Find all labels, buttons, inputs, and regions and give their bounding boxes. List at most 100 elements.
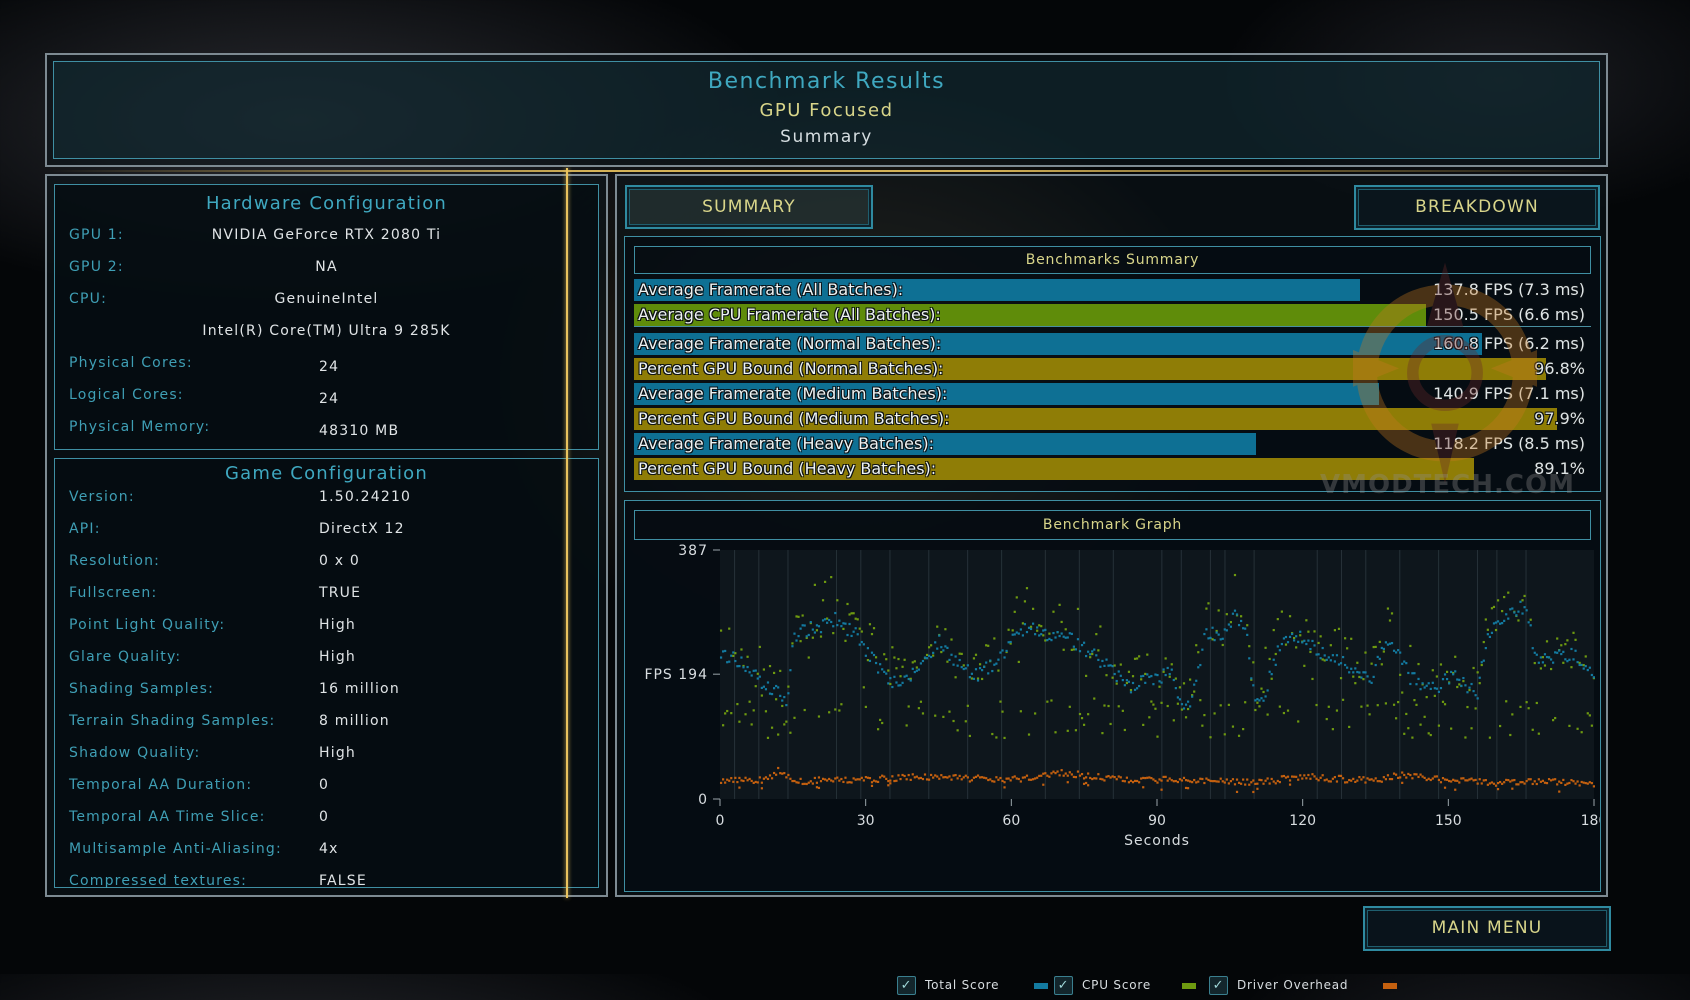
total-score-point bbox=[1166, 666, 1169, 670]
cpu-score-point bbox=[828, 711, 831, 714]
driver-overhead-point bbox=[1052, 770, 1055, 773]
driver-overhead-point bbox=[1470, 777, 1473, 780]
total-score-point bbox=[1107, 664, 1110, 667]
main-menu-button[interactable]: MAIN MENU bbox=[1363, 906, 1611, 951]
total-score-point bbox=[1295, 635, 1298, 638]
driver-overhead-point bbox=[1335, 780, 1339, 783]
driver-overhead-point bbox=[1547, 778, 1551, 781]
total-score-point bbox=[989, 659, 992, 662]
config-row: Temporal AA Duration: 0 bbox=[55, 777, 598, 801]
driver-overhead-point bbox=[960, 778, 963, 781]
total-score-point bbox=[883, 670, 886, 673]
driver-overhead-point bbox=[1152, 778, 1155, 781]
driver-overhead-point bbox=[1311, 773, 1314, 776]
driver-overhead-point bbox=[1135, 779, 1139, 783]
total-score-point bbox=[1441, 678, 1445, 681]
total-score-point bbox=[1044, 628, 1047, 631]
cpu-score-point bbox=[1441, 700, 1445, 703]
cpu-score-point bbox=[726, 709, 729, 713]
cpu-score-point bbox=[987, 644, 990, 647]
summary-value: 137.8 FPS (7.3 ms) bbox=[1433, 280, 1585, 299]
checkbox-icon[interactable]: ✓ bbox=[897, 976, 916, 995]
cpu-score-point bbox=[1197, 651, 1200, 654]
driver-overhead-point bbox=[1160, 779, 1163, 782]
summary-row: Average CPU Framerate (All Batches): 150.… bbox=[634, 304, 1591, 326]
config-row: Fullscreen: TRUE bbox=[55, 585, 598, 609]
total-score-point bbox=[921, 659, 925, 663]
cpu-score-point bbox=[1576, 727, 1579, 730]
total-score-point bbox=[1195, 679, 1198, 682]
checkbox-icon[interactable]: ✓ bbox=[1209, 976, 1228, 995]
total-score-point bbox=[1344, 663, 1347, 667]
driver-overhead-point bbox=[1515, 783, 1518, 786]
total-score-point bbox=[1005, 649, 1008, 653]
cpu-score-point bbox=[1284, 643, 1288, 646]
total-score-point bbox=[1376, 655, 1379, 659]
driver-overhead-point bbox=[860, 776, 863, 779]
cpu-score-point bbox=[1219, 704, 1222, 707]
cpu-score-point bbox=[970, 677, 974, 680]
driver-overhead-point bbox=[1297, 778, 1300, 781]
cpu-score-point bbox=[1450, 727, 1453, 730]
cpu-score-point bbox=[807, 656, 810, 659]
game-configuration: Game Configuration Version: 1.50.24210 API… bbox=[54, 458, 599, 889]
cpu-score-point bbox=[1335, 709, 1339, 712]
cpu-score-point bbox=[791, 642, 794, 645]
cpu-score-point bbox=[856, 618, 859, 621]
driver-overhead-point bbox=[1523, 782, 1526, 785]
cpu-score-point bbox=[948, 710, 951, 713]
driver-overhead-point bbox=[1089, 776, 1092, 780]
cpu-score-point bbox=[960, 652, 963, 655]
total-score-point bbox=[993, 663, 996, 666]
config-label: Shading Samples: bbox=[69, 681, 215, 697]
y-tick-label: 387 bbox=[678, 543, 708, 559]
tab-breakdown[interactable]: BREAKDOWN bbox=[1354, 185, 1600, 230]
cpu-score-point bbox=[962, 664, 965, 667]
driver-overhead-point bbox=[1439, 781, 1443, 784]
cpu-score-point bbox=[719, 629, 723, 632]
driver-overhead-point bbox=[742, 779, 745, 783]
driver-overhead-point bbox=[938, 777, 941, 780]
cpu-score-point bbox=[840, 703, 843, 706]
driver-overhead-point bbox=[1517, 783, 1520, 786]
driver-overhead-point bbox=[881, 774, 884, 777]
driver-overhead-point bbox=[770, 777, 774, 780]
total-score-point bbox=[836, 624, 839, 627]
total-score-point bbox=[756, 677, 759, 680]
driver-overhead-point bbox=[726, 778, 729, 781]
driver-overhead-point bbox=[1162, 775, 1165, 779]
checkbox-icon[interactable]: ✓ bbox=[1054, 976, 1073, 995]
driver-overhead-point bbox=[1178, 778, 1182, 781]
driver-overhead-point bbox=[1421, 775, 1424, 778]
total-score-point bbox=[1036, 626, 1039, 629]
driver-overhead-point bbox=[1154, 779, 1157, 783]
cpu-score-point bbox=[1242, 728, 1245, 731]
cpu-score-point bbox=[1017, 660, 1020, 664]
config-row: CPU: GenuineIntel bbox=[55, 291, 598, 315]
driver-overhead-point bbox=[813, 776, 816, 780]
cpu-score-point bbox=[1144, 672, 1147, 676]
driver-overhead-point bbox=[1115, 778, 1118, 781]
driver-overhead-point bbox=[1225, 778, 1228, 781]
cpu-score-point bbox=[1085, 674, 1088, 677]
driver-overhead-point bbox=[1503, 781, 1506, 784]
driver-overhead-point bbox=[754, 780, 757, 784]
cpu-score-point bbox=[1150, 700, 1153, 703]
driver-overhead-point bbox=[1201, 777, 1204, 781]
driver-overhead-point bbox=[911, 773, 914, 776]
driver-overhead-point bbox=[856, 778, 859, 781]
total-score-point bbox=[909, 679, 912, 682]
total-score-point bbox=[1062, 635, 1065, 638]
driver-overhead-point bbox=[1205, 777, 1208, 780]
driver-overhead-point bbox=[954, 774, 957, 777]
driver-overhead-point bbox=[793, 779, 796, 783]
driver-overhead-point bbox=[921, 777, 925, 781]
cpu-score-point bbox=[1111, 676, 1114, 679]
tab-summary[interactable]: SUMMARY bbox=[625, 185, 873, 229]
driver-overhead-point bbox=[1346, 781, 1349, 784]
driver-overhead-point bbox=[1360, 778, 1363, 781]
cpu-score-point bbox=[815, 629, 819, 632]
cpu-score-point bbox=[1270, 677, 1273, 680]
cpu-score-point bbox=[1443, 703, 1447, 706]
chart-legend: ✓ Total Score ✓ CPU Score ✓ Driver Overhead bbox=[625, 976, 1600, 1000]
